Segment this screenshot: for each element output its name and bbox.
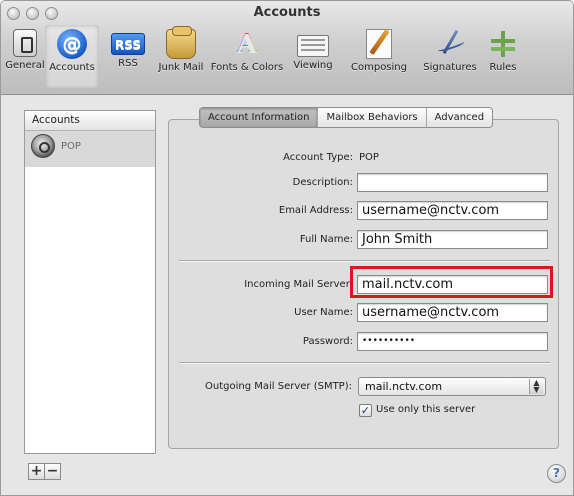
rules-signpost-icon [488, 29, 518, 59]
pop-account-icon [31, 134, 55, 158]
toolbar-label: Signatures [423, 62, 477, 73]
highlight-annotation-box [350, 266, 553, 298]
title-bar: Accounts General @ Accounts RSS RSS Junk… [1, 1, 573, 95]
full-name-label: Full Name: [299, 234, 353, 245]
preferences-window: Accounts General @ Accounts RSS RSS Junk… [0, 0, 574, 496]
toolbar-item-rules[interactable]: Rules [483, 29, 523, 73]
outgoing-mail-server-label: Outgoing Mail Server (SMTP): [205, 381, 352, 392]
toolbar-label: Accounts [49, 62, 95, 73]
junk-mail-bag-icon [166, 26, 196, 59]
composing-pencil-icon [366, 29, 392, 59]
password-label: Password: [302, 336, 353, 347]
user-name-field[interactable]: username@nctv.com [357, 303, 548, 322]
toolbar-label: Fonts & Colors [210, 62, 284, 73]
remove-account-button[interactable]: − [44, 463, 61, 480]
rss-icon: RSS [111, 33, 145, 55]
tab-advanced[interactable]: Advanced [427, 108, 492, 127]
toolbar-label: Viewing [293, 60, 333, 71]
toolbar-label: Composing [351, 62, 407, 73]
viewing-glasses-icon [297, 35, 329, 57]
toolbar-item-rss[interactable]: RSS RSS [103, 29, 153, 69]
outgoing-mail-server-value: mail.nctv.com [365, 380, 443, 393]
toolbar-item-viewing[interactable]: Viewing [285, 29, 341, 71]
tab-account-information[interactable]: Account Information [200, 108, 319, 127]
tab-mailbox-behaviors[interactable]: Mailbox Behaviors [318, 108, 427, 127]
outgoing-mail-server-select[interactable]: mail.nctv.com ▲ ▼ [358, 377, 546, 396]
toolbar-item-fonts-colors[interactable]: A Fonts & Colors [209, 29, 285, 73]
account-name: POP [61, 141, 81, 152]
account-list-item[interactable]: POP [25, 131, 155, 167]
help-button[interactable]: ? [547, 464, 566, 483]
account-type-value: POP [359, 152, 379, 163]
select-stepper-arrows-icon: ▲ ▼ [529, 379, 543, 394]
accounts-list-header: Accounts [25, 111, 155, 131]
section-divider [179, 362, 550, 364]
tab-bar: Account Information Mailbox Behaviors Ad… [199, 107, 494, 128]
toolbar-label: Rules [489, 62, 517, 73]
fonts-colors-icon: A [232, 29, 262, 59]
toolbar-item-composing[interactable]: Composing [341, 29, 417, 73]
use-only-this-server-label: Use only this server [376, 404, 476, 415]
incoming-mail-server-label: Incoming Mail Server: [244, 279, 353, 290]
account-type-label: Account Type: [283, 152, 353, 163]
add-account-button[interactable]: + [28, 463, 45, 480]
user-name-label: User Name: [294, 307, 353, 318]
at-sign-icon: @ [57, 29, 87, 59]
window-title: Accounts [253, 5, 321, 20]
email-address-label: Email Address: [278, 205, 353, 216]
toolbar-item-junk-mail[interactable]: Junk Mail [153, 26, 209, 73]
password-field[interactable]: •••••••••• [357, 332, 548, 351]
email-address-field[interactable]: username@nctv.com [357, 201, 548, 220]
description-label: Description: [292, 177, 353, 188]
toolbar-item-signatures[interactable]: Signatures [417, 29, 483, 73]
general-switch-icon [13, 29, 37, 57]
full-name-field[interactable]: John Smith [357, 230, 548, 249]
toolbar-label: Junk Mail [158, 62, 204, 73]
signature-pen-icon [435, 29, 465, 59]
toolbar-item-accounts[interactable]: @ Accounts [41, 25, 103, 89]
accounts-list[interactable]: Accounts POP [24, 110, 156, 454]
description-field[interactable] [357, 173, 548, 192]
section-divider [179, 260, 550, 262]
toolbar-label: RSS [118, 58, 138, 69]
use-only-this-server-checkbox[interactable]: ✓ [359, 404, 372, 417]
